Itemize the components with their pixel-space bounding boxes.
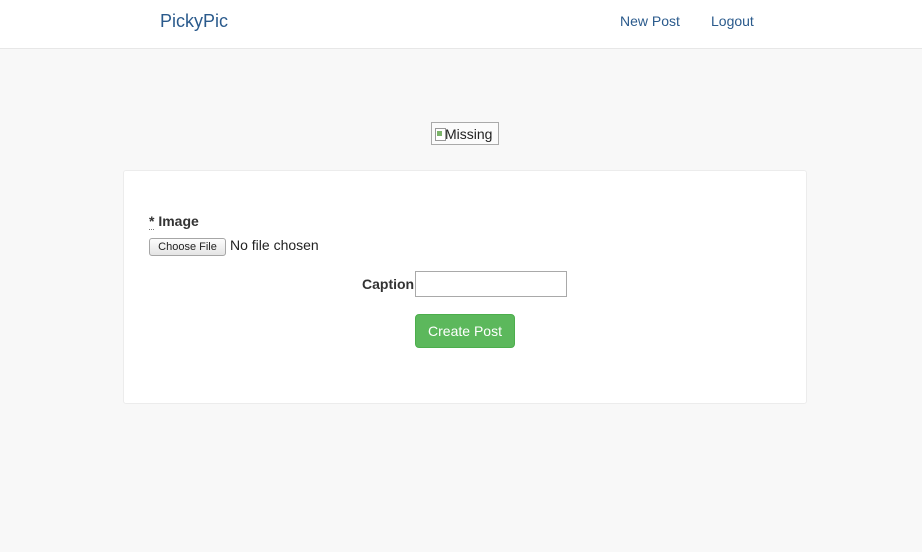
file-status-text: No file chosen — [230, 237, 319, 253]
image-field-label: * Image — [149, 213, 199, 230]
image-preview: Missing — [431, 122, 499, 145]
brand-link[interactable]: PickyPic — [160, 10, 228, 32]
required-indicator: * — [149, 213, 155, 230]
caption-input[interactable] — [415, 271, 567, 297]
broken-image-icon — [434, 127, 446, 141]
logout-link[interactable]: Logout — [711, 13, 754, 30]
create-post-button[interactable]: Create Post — [415, 314, 515, 348]
caption-field-label: Caption — [362, 276, 415, 292]
image-preview-alt-text: Missing — [445, 125, 493, 142]
image-label-text: Image — [158, 213, 199, 229]
choose-file-button[interactable]: Choose File — [149, 238, 226, 256]
new-post-link[interactable]: New Post — [620, 13, 680, 30]
top-navbar: PickyPic New Post Logout — [0, 0, 922, 49]
